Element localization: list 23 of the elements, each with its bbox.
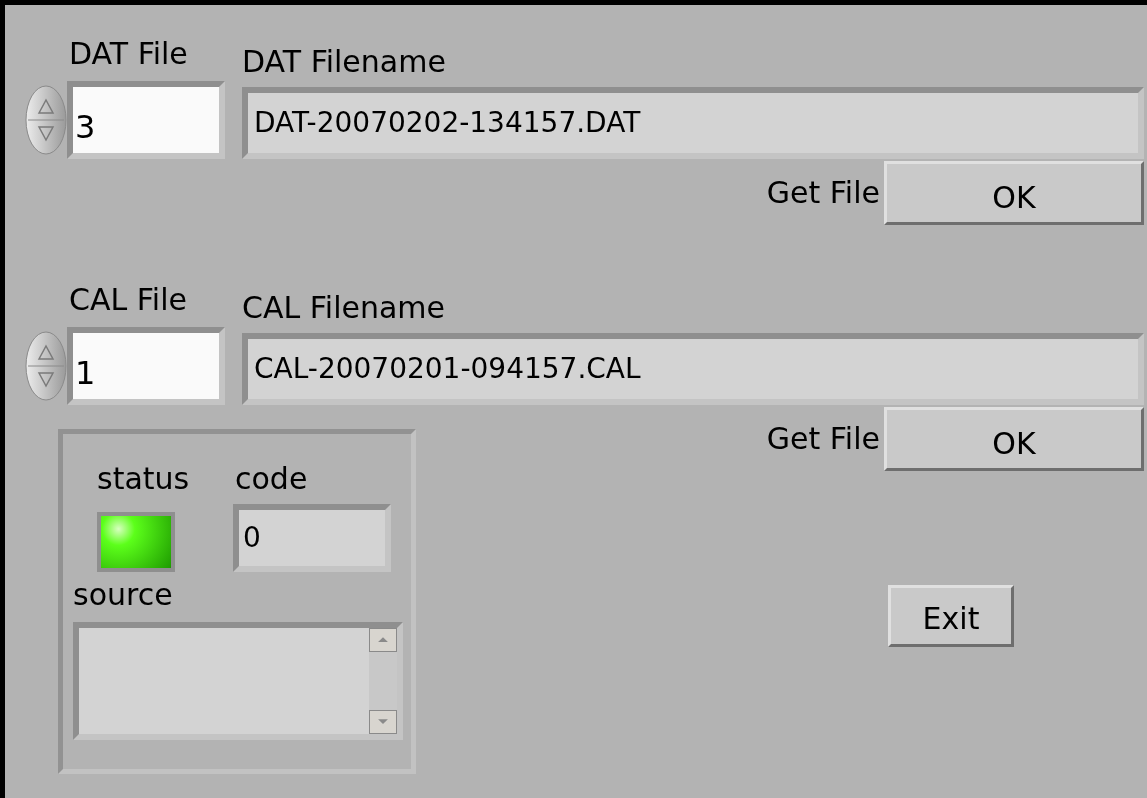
number-field[interactable]: 3 (67, 81, 225, 159)
field-label: source (73, 576, 174, 614)
field-label: status (97, 460, 191, 498)
field-label: CAL Filename (242, 289, 446, 327)
code-field: 0 (233, 504, 391, 572)
field-label: CAL File (69, 281, 188, 319)
filename-field: DAT-20070202-134157.DAT (242, 87, 1144, 159)
field-label: DAT Filename (242, 43, 447, 81)
scrollbar[interactable] (369, 628, 397, 734)
scroll-down-icon[interactable] (369, 710, 397, 734)
button-label: Get File (766, 420, 880, 458)
filename-field: CAL-20070201-094157.CAL (242, 333, 1144, 405)
source-text-box[interactable] (73, 622, 403, 740)
scroll-up-icon[interactable] (369, 628, 397, 652)
ok-button[interactable]: OK (884, 407, 1144, 471)
number-field[interactable]: 1 (67, 327, 225, 405)
spinner-arrows-icon[interactable] (25, 331, 67, 401)
ok-button[interactable]: OK (884, 161, 1144, 225)
field-label: code (234, 460, 309, 498)
exit-button[interactable]: Exit (888, 585, 1014, 647)
spinner-arrows-icon[interactable] (25, 85, 67, 155)
field-label: DAT File (69, 35, 189, 73)
button-label: Get File (766, 174, 880, 212)
